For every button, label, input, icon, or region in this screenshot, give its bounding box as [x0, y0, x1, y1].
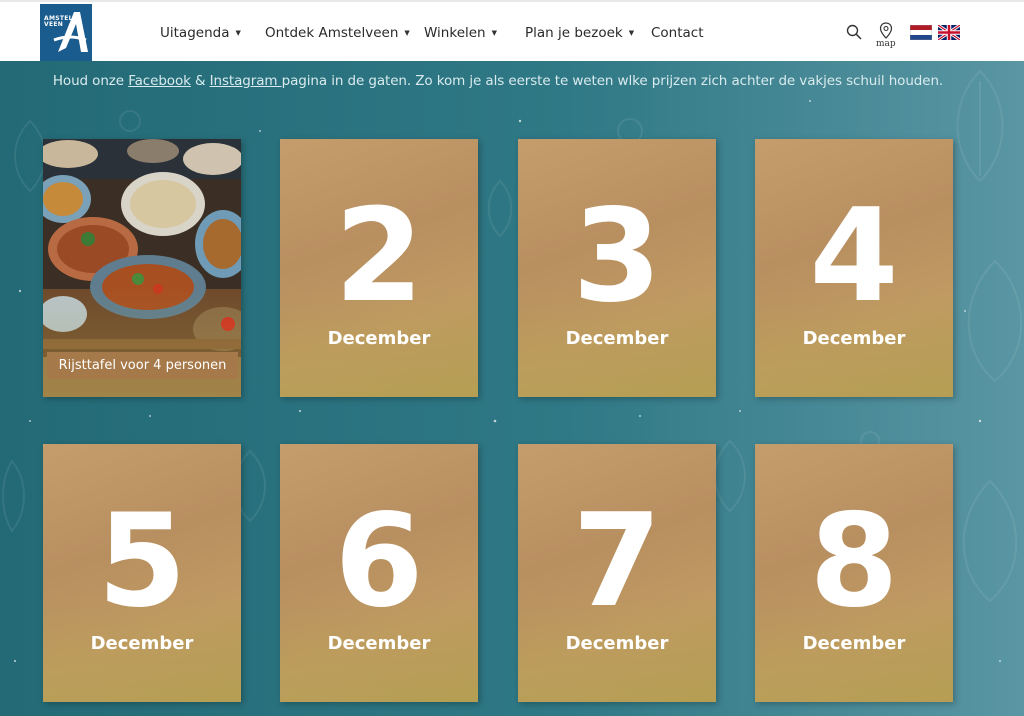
nav-ontdek-label: Ontdek Amstelveen [265, 24, 399, 41]
flag-uk-icon[interactable] [937, 25, 960, 40]
door-month: December [802, 328, 906, 349]
calendar-door[interactable]: 5 December [43, 444, 241, 702]
calendar-door[interactable]: 2 December [280, 139, 478, 397]
search-icon[interactable] [846, 24, 862, 40]
door-month: December [565, 633, 669, 654]
main-nav: Uitagenda ▼ Ontdek Amstelveen ▼ Winkelen… [160, 2, 704, 63]
intro-text: Houd onze Facebook & Instagram pagina in… [0, 73, 996, 89]
facebook-link[interactable]: Facebook [128, 73, 191, 89]
intro-text-end: pagina in de gaten. Zo kom je als eerste… [281, 73, 944, 89]
intro-ampersand: & [190, 73, 210, 89]
nav-contact-label: Contact [651, 24, 704, 41]
door-month: December [327, 328, 431, 349]
door-number: 2 [334, 182, 424, 331]
calendar-door[interactable]: 3 December [518, 139, 716, 397]
advent-calendar-section: Houd onze Facebook & Instagram pagina in… [0, 61, 1024, 716]
caret-down-icon: ▼ [628, 28, 635, 37]
door-month: December [90, 633, 194, 654]
instagram-link[interactable]: Instagram [210, 73, 282, 89]
caret-down-icon: ▼ [491, 28, 498, 37]
door-month: December [802, 633, 906, 654]
door-number: 3 [572, 182, 662, 331]
door-number: 5 [97, 487, 187, 636]
door-number: 6 [334, 487, 424, 636]
door-number: 4 [809, 182, 899, 331]
nav-winkelen-label: Winkelen [424, 24, 486, 41]
site-header: AMSTEL VEEN Uitagenda ▼ Ontdek Amstelvee… [0, 0, 1024, 63]
calendar-door[interactable]: 6 December [280, 444, 478, 702]
calendar-door[interactable]: 4 December [755, 139, 953, 397]
prize-label: Rijsttafel voor 4 personen [47, 352, 238, 379]
caret-down-icon: ▼ [404, 28, 410, 37]
door-month: December [327, 633, 431, 654]
map-label: map [876, 39, 896, 49]
calendar-door[interactable]: 7 December [518, 444, 716, 702]
nav-uitagenda-label: Uitagenda [160, 24, 230, 41]
amstelveen-logo[interactable]: AMSTEL VEEN [40, 4, 92, 62]
header-tools: map [846, 22, 960, 49]
caret-down-icon: ▼ [235, 28, 241, 37]
door-number: 7 [572, 487, 662, 636]
calendar-door[interactable]: 8 December [755, 444, 953, 702]
map-pin-icon [879, 22, 892, 39]
nav-contact[interactable]: Contact [651, 25, 704, 41]
nav-winkelen[interactable]: Winkelen ▼ [424, 25, 525, 41]
intro-text-start: Houd onze [52, 73, 129, 89]
door-number: 8 [809, 487, 899, 636]
nav-uitagenda[interactable]: Uitagenda ▼ [160, 25, 265, 41]
nav-plan-label: Plan je bezoek [525, 24, 623, 41]
logo-text: AMSTEL VEEN [44, 16, 72, 28]
flag-nl-icon[interactable] [909, 25, 932, 40]
nav-ontdek-amstelveen[interactable]: Ontdek Amstelveen ▼ [265, 25, 424, 41]
calendar-door-opened[interactable]: Rijsttafel voor 4 personen [43, 139, 241, 397]
map-button[interactable]: map [876, 22, 896, 49]
logo-text-line-2: VEEN [44, 21, 64, 28]
door-month: December [565, 328, 669, 349]
nav-plan-je-bezoek[interactable]: Plan je bezoek ▼ [525, 25, 651, 41]
